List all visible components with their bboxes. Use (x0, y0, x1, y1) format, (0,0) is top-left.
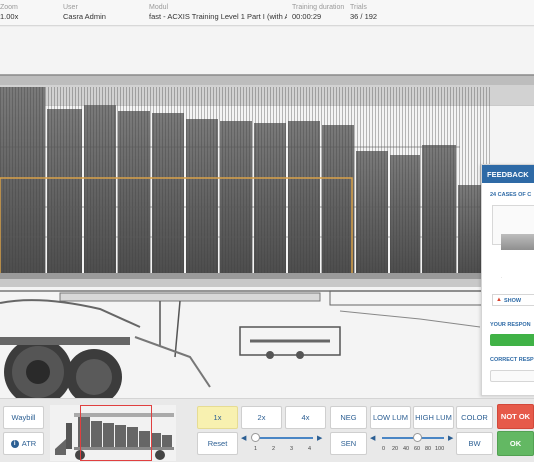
lum-tick-60: 60 (414, 446, 421, 452)
duration-info: Training duration 00:00:29 (292, 4, 347, 22)
reference-cargo-thumbnail (501, 234, 534, 250)
lum-tick-20: 20 (392, 446, 399, 452)
reset-button[interactable]: Reset (197, 432, 238, 455)
trials-info: Trials 36 / 192 (350, 4, 400, 22)
sen-button[interactable]: SEN (330, 432, 367, 455)
your-response-indicator (490, 334, 534, 346)
user-value: Casra Admin (63, 12, 106, 21)
bw-label: BW (468, 439, 481, 448)
lum-tick-100: 100 (435, 446, 445, 452)
reset-label: Reset (207, 439, 228, 448)
zoom-tick-4: 4 (308, 446, 312, 452)
lum-slider-left-arrow[interactable]: ◀ (370, 434, 375, 442)
user-label: User (63, 4, 78, 11)
duration-label: Training duration (292, 4, 345, 11)
user-info: User Casra Admin (63, 4, 143, 22)
zoom-4x-button[interactable]: 4x (285, 406, 326, 429)
show-threat-label: SHOW (504, 298, 522, 304)
module-info: Modul fast - ACXIS Training Level 1 Part… (149, 4, 287, 22)
lum-tick-0: 0 (382, 446, 386, 452)
zoom-value: 1.00x (0, 12, 19, 21)
low-lum-button[interactable]: LOW LUM (370, 406, 411, 429)
zoom-slider-track (253, 437, 313, 439)
color-label: COLOR (461, 413, 488, 422)
atr-label: ATR (21, 439, 37, 448)
high-lum-label: HIGH LUM (415, 413, 452, 422)
module-value: fast - ACXIS Training Level 1 Part I (wi… (149, 12, 287, 21)
lum-slider-thumb[interactable] (413, 433, 422, 442)
reference-caption: · (501, 275, 503, 280)
status-header: Zoom 1.00x User Casra Admin Modul fast -… (0, 0, 534, 26)
zoom-4x-label: 4x (301, 413, 310, 422)
minimap-viewport-frame[interactable] (80, 405, 152, 461)
color-button[interactable]: COLOR (456, 406, 493, 429)
ok-button[interactable]: OK (497, 431, 534, 456)
feedback-cases-label: 24 CASES OF C (490, 192, 532, 198)
atr-button[interactable]: i ATR (3, 432, 44, 455)
info-icon: i (10, 439, 19, 448)
zoom-tick-1: 1 (254, 446, 258, 452)
zoom-1x-button[interactable]: 1x (197, 406, 238, 429)
zoom-tick-3: 3 (290, 446, 294, 452)
zoom-slider-right-arrow[interactable]: ▶ (317, 434, 322, 442)
low-lum-label: LOW LUM (372, 413, 408, 422)
warning-icon: ▲ (496, 297, 502, 303)
xray-scan-viewer[interactable] (0, 27, 534, 398)
ok-label: OK (509, 439, 522, 448)
feedback-title: FEEDBACK (482, 165, 534, 183)
zoom-slider-thumb[interactable] (251, 433, 260, 442)
show-threat-button[interactable]: ▲ SHOW (492, 294, 534, 306)
zoom-label: Zoom (0, 4, 18, 11)
feedback-reference-image[interactable]: · (492, 205, 534, 280)
bw-button[interactable]: BW (456, 432, 493, 455)
bottom-toolbar: Waybill i ATR 1x 2x 4x Reset ◀ ▶ 1 2 3 4… (0, 398, 534, 462)
not-ok-label: NOT OK (500, 412, 531, 421)
zoom-info: Zoom 1.00x (0, 4, 48, 22)
not-ok-button[interactable]: NOT OK (497, 404, 534, 429)
lum-tick-40: 40 (403, 446, 410, 452)
feedback-panel: FEEDBACK 24 CASES OF C · ▲ SHOW YOUR RES… (481, 164, 534, 396)
zoom-1x-label: 1x (213, 413, 222, 422)
lum-slider-right-arrow[interactable]: ▶ (448, 434, 453, 442)
zoom-tick-2: 2 (272, 446, 276, 452)
correct-response-label: CORRECT RESP (490, 357, 534, 363)
sen-label: SEN (340, 439, 357, 448)
wheel-assembly (0, 337, 130, 398)
xray-truck-image (0, 74, 534, 398)
neg-button[interactable]: NEG (330, 406, 367, 429)
zoom-slider-left-arrow[interactable]: ◀ (241, 434, 246, 442)
scan-minimap[interactable] (50, 405, 176, 461)
waybill-label: Waybill (11, 413, 36, 422)
zoom-slider[interactable]: ◀ ▶ 1 2 3 4 (241, 432, 327, 454)
waybill-button[interactable]: Waybill (3, 406, 44, 429)
module-label: Modul (149, 4, 169, 11)
lum-tick-80: 80 (425, 446, 432, 452)
duration-value: 00:00:29 (292, 12, 322, 21)
zoom-2x-label: 2x (257, 413, 266, 422)
zoom-2x-button[interactable]: 2x (241, 406, 282, 429)
neg-label: NEG (340, 413, 357, 422)
correct-response-indicator (490, 370, 534, 382)
trials-value: 36 / 192 (350, 12, 378, 21)
trials-label: Trials (350, 4, 367, 11)
high-lum-button[interactable]: HIGH LUM (413, 406, 454, 429)
your-response-label: YOUR RESPON (490, 322, 531, 328)
luminance-slider[interactable]: ◀ ▶ 0 20 40 60 80 100 (370, 432, 456, 454)
cargo-stacks (0, 87, 490, 273)
